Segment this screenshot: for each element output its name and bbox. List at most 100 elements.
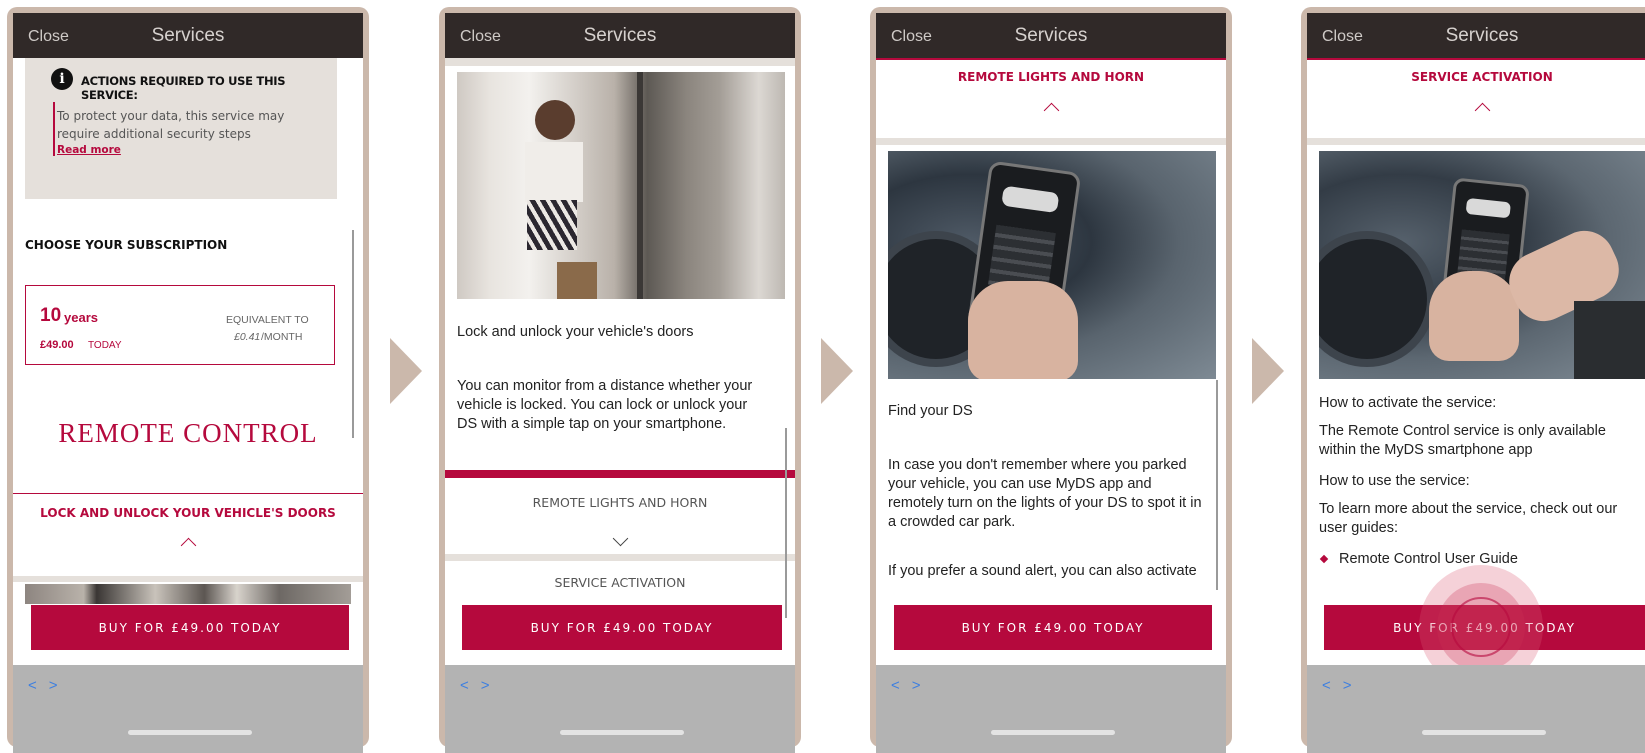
person-body: [525, 142, 583, 202]
plan-years-number: 10: [40, 305, 62, 326]
phone-screen-1: Close Services i ACTIONS REQUIRED TO USE…: [7, 7, 369, 753]
subscription-option[interactable]: 10 years £49.00 TODAY EQUIVALENT TO £0.4…: [25, 285, 335, 365]
screen-3: Close Services REMOTE LIGHTS AND HORN Fi…: [876, 13, 1226, 753]
page-title: Services: [1014, 25, 1088, 46]
how-to-use-heading: How to use the service:: [1319, 473, 1470, 489]
buy-button[interactable]: BUY FOR £49.00 TODAY: [31, 605, 349, 650]
forward-button[interactable]: >: [912, 677, 933, 694]
phone-app-photo: [888, 151, 1216, 379]
plan-price-suffix: TODAY: [88, 340, 122, 351]
plan-years-unit: years: [64, 310, 98, 325]
buy-button[interactable]: BUY FOR £49.00 TODAY: [462, 605, 782, 650]
nav-arrows: <>: [891, 677, 933, 694]
screen-2: Close Services Lock and unlock your vehi…: [445, 13, 795, 753]
plan-monthly-amount: £0.41: [234, 331, 261, 343]
step-arrow-3: [1252, 338, 1284, 404]
bullet-diamond-icon: [1319, 554, 1329, 564]
accordion-remote-lights-label[interactable]: REMOTE LIGHTS AND HORN: [445, 495, 795, 510]
feature-description-continued: If you prefer a sound alert, you can als…: [888, 563, 1197, 579]
nav-arrows: <>: [1322, 677, 1364, 694]
accent-divider: [445, 470, 795, 478]
back-button[interactable]: <: [460, 677, 481, 694]
door-frame: [637, 72, 643, 299]
chevron-up-icon[interactable]: [1043, 102, 1060, 119]
browser-bottom-bar: <>: [445, 665, 795, 753]
home-indicator[interactable]: [560, 730, 684, 735]
browser-bottom-bar: <>: [876, 665, 1226, 753]
read-more-link[interactable]: Read more: [57, 144, 121, 156]
person-figure: [535, 100, 575, 140]
use-description: To learn more about the service, check o…: [1319, 501, 1618, 536]
plan-price: £49.00: [40, 339, 74, 351]
accordion-title[interactable]: REMOTE LIGHTS AND HORN: [876, 70, 1226, 84]
top-bar: Close Services: [13, 13, 363, 58]
actions-title: ACTIONS REQUIRED TO USE THIS SERVICE:: [81, 74, 286, 102]
accordion-separator: [13, 576, 363, 582]
buy-button[interactable]: BUY FOR £49.00 TODAY: [894, 605, 1212, 650]
nav-arrows: <>: [460, 677, 502, 694]
content-area[interactable]: SERVICE ACTIVATION How to activate the s…: [1307, 58, 1645, 618]
accordion-separator: [445, 554, 795, 561]
top-bar: Close Services: [876, 13, 1226, 58]
accordion-title[interactable]: SERVICE ACTIVATION: [1307, 70, 1645, 84]
activate-description: The Remote Control service is only avail…: [1319, 423, 1606, 458]
back-button[interactable]: <: [28, 677, 49, 694]
feature-accordion-title[interactable]: LOCK AND UNLOCK YOUR VEHICLE'S DOORS: [13, 506, 363, 520]
content-area[interactable]: i ACTIONS REQUIRED TO USE THIS SERVICE: …: [13, 58, 363, 618]
chevron-down-icon[interactable]: [612, 530, 629, 547]
tap-indicator-core: [1451, 597, 1511, 657]
phone-app-photo: [1319, 151, 1645, 379]
app-car-image: [1001, 185, 1060, 214]
how-to-activate-heading: How to activate the service:: [1319, 395, 1497, 411]
back-button[interactable]: <: [891, 677, 912, 694]
choose-subscription-title: CHOOSE YOUR SUBSCRIPTION: [25, 238, 228, 252]
phone-screen-3: Close Services REMOTE LIGHTS AND HORN Fi…: [870, 7, 1232, 753]
browser-bottom-bar: <>: [13, 665, 363, 753]
accordion-service-activation-label[interactable]: SERVICE ACTIVATION: [445, 575, 795, 590]
feature-description: You can monitor from a distance whether …: [457, 378, 753, 432]
feature-photo-partial: [25, 584, 351, 604]
person-skirt: [527, 200, 577, 250]
page-title: Services: [1445, 25, 1519, 46]
feature-description: In case you don't remember where you par…: [888, 457, 1202, 530]
page-title: Services: [583, 25, 657, 46]
app-car-image: [1465, 197, 1512, 219]
forward-button[interactable]: >: [49, 677, 70, 694]
plan-equivalent-label: EQUIVALENT TO: [226, 314, 309, 326]
back-button[interactable]: <: [1322, 677, 1343, 694]
scrollbar[interactable]: [352, 230, 354, 438]
top-separator: [445, 58, 795, 66]
forward-button[interactable]: >: [1343, 677, 1364, 694]
scrollbar[interactable]: [1216, 380, 1218, 590]
woman-doorway-photo: [457, 72, 785, 299]
browser-bottom-bar: <>: [1307, 665, 1645, 753]
home-indicator[interactable]: [1422, 730, 1546, 735]
top-bar: Close Services: [445, 13, 795, 58]
page-title: Services: [151, 25, 225, 46]
screen-1: Close Services i ACTIONS REQUIRED TO USE…: [13, 13, 363, 753]
step-arrow-2: [821, 338, 853, 404]
scrollbar[interactable]: [785, 428, 787, 618]
content-area[interactable]: REMOTE LIGHTS AND HORN Find your DS In c…: [876, 58, 1226, 618]
nav-arrows: <>: [28, 677, 70, 694]
forward-button[interactable]: >: [481, 677, 502, 694]
top-bar: Close Services: [1307, 13, 1645, 58]
phone-screen-2: Close Services Lock and unlock your vehi…: [439, 7, 801, 753]
actions-notice: i ACTIONS REQUIRED TO USE THIS SERVICE: …: [25, 58, 337, 199]
phone-screen-4: Close Services SERVICE ACTIVATION How to…: [1301, 7, 1645, 753]
step-arrow-1: [390, 338, 422, 404]
feature-title: Find your DS: [888, 403, 973, 419]
hand: [968, 281, 1078, 379]
sleeve: [1574, 301, 1645, 379]
home-indicator[interactable]: [991, 730, 1115, 735]
car-wheel: [1319, 231, 1435, 367]
chevron-up-icon[interactable]: [1474, 102, 1491, 119]
accordion-separator: [1307, 138, 1645, 145]
side-table: [557, 262, 597, 299]
chevron-up-icon[interactable]: [180, 537, 197, 554]
remote-control-title: REMOTE CONTROL: [58, 418, 318, 448]
home-indicator[interactable]: [128, 730, 252, 735]
plan-monthly-suffix: /MONTH: [261, 331, 303, 343]
content-area[interactable]: Lock and unlock your vehicle's doors You…: [445, 58, 795, 618]
screen-4: Close Services SERVICE ACTIVATION How to…: [1307, 13, 1645, 753]
